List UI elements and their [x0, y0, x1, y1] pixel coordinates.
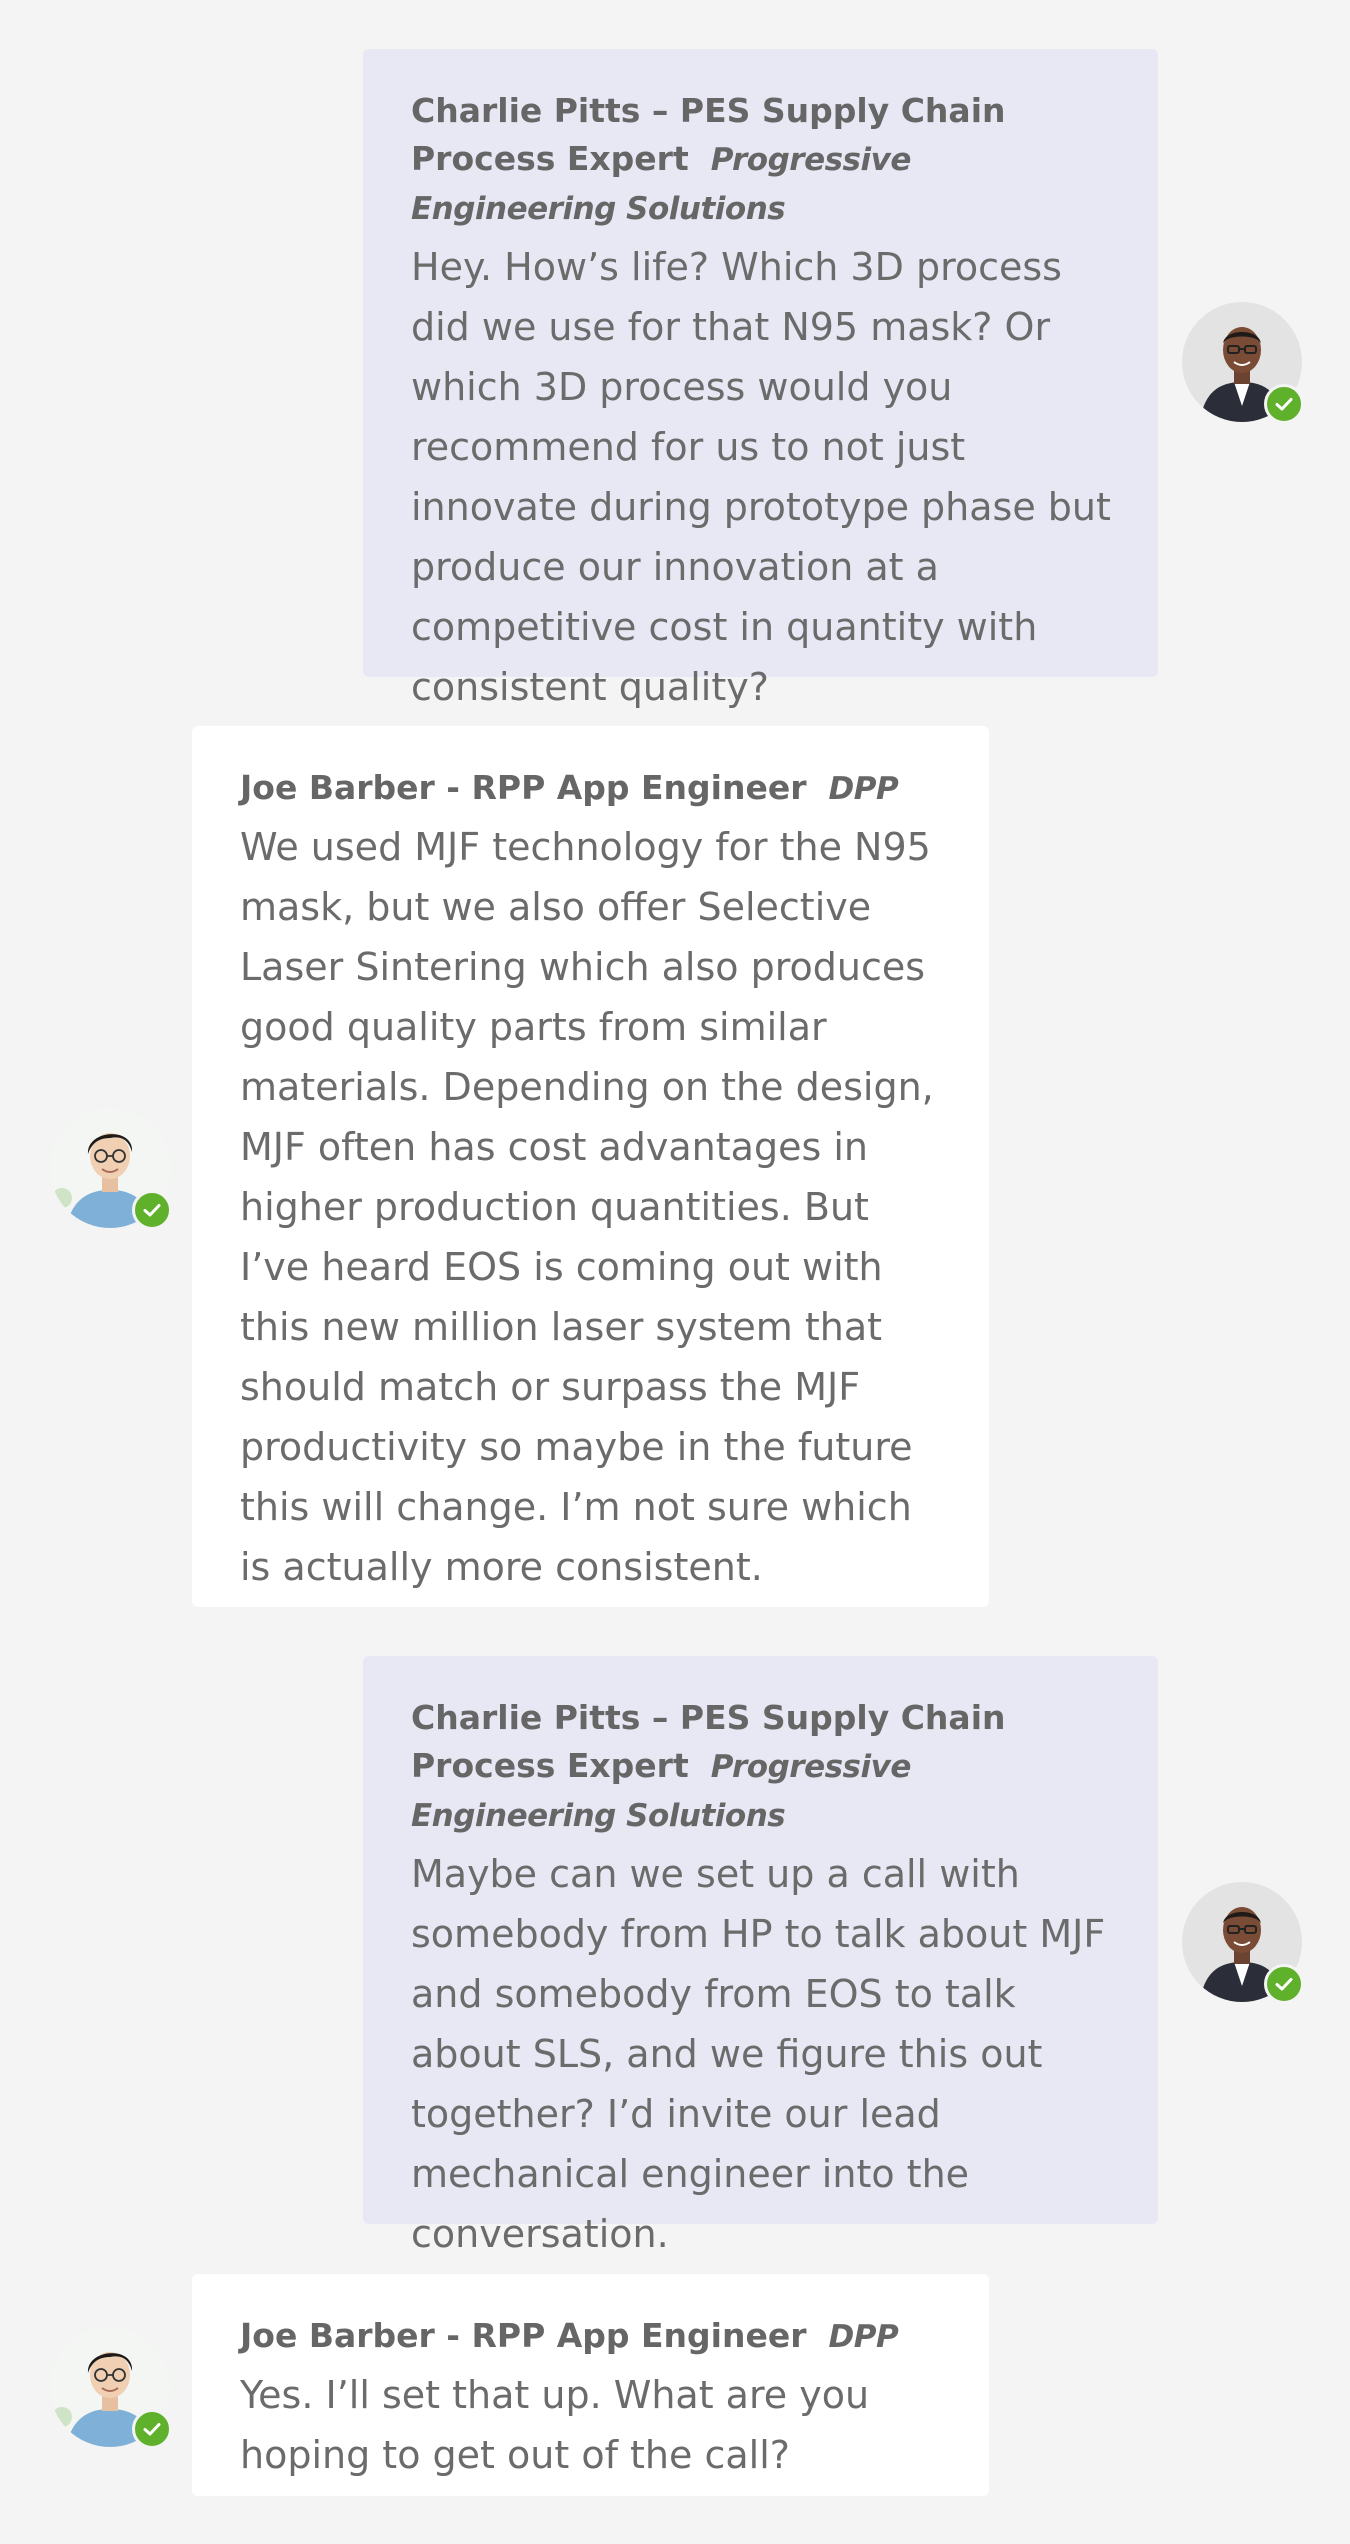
avatar-charlie[interactable] — [1182, 302, 1304, 424]
message-header: Joe Barber - RPP App Engineer DPP — [240, 764, 945, 813]
message-bubble-outgoing[interactable]: Charlie Pitts – PES Supply Chain Process… — [363, 49, 1158, 709]
message-bubble-incoming[interactable]: Joe Barber - RPP App Engineer DPP We used… — [192, 726, 989, 1607]
message-header: Charlie Pitts – PES Supply Chain Process… — [411, 87, 1114, 233]
presence-available-icon — [1264, 1964, 1304, 2004]
sender-org: DPP — [828, 771, 899, 807]
message-bubble-incoming[interactable]: Joe Barber - RPP App Engineer DPP Yes. I’… — [192, 2274, 989, 2496]
avatar-joe[interactable] — [50, 1108, 172, 1230]
message-text: We used MJF technology for the N95 mask,… — [240, 825, 934, 1589]
message-bubble-outgoing[interactable]: Charlie Pitts – PES Supply Chain Process… — [363, 1656, 1158, 2256]
sender-name: Charlie Pitts – PES Supply Chain Process… — [411, 91, 1006, 178]
sender-name: Joe Barber - RPP App Engineer — [240, 2316, 807, 2355]
presence-available-icon — [1264, 384, 1304, 424]
checkmark-icon — [1275, 1978, 1293, 1991]
sender-name: Charlie Pitts – PES Supply Chain Process… — [411, 1698, 1006, 1785]
avatar-joe[interactable] — [50, 2327, 172, 2449]
message-header: Charlie Pitts – PES Supply Chain Process… — [411, 1694, 1114, 1840]
checkmark-icon — [1275, 398, 1293, 411]
checkmark-icon — [143, 1204, 161, 1217]
message-header: Joe Barber - RPP App Engineer DPP — [240, 2312, 945, 2361]
message-text: Maybe can we set up a call with somebody… — [411, 1852, 1106, 2256]
message-text: Hey. How’s life? Which 3D process did we… — [411, 245, 1111, 709]
presence-available-icon — [132, 2409, 172, 2449]
checkmark-icon — [143, 2423, 161, 2436]
sender-name: Joe Barber - RPP App Engineer — [240, 768, 807, 807]
presence-available-icon — [132, 1190, 172, 1230]
message-text: Yes. I’ll set that up. What are you hopi… — [240, 2373, 870, 2477]
sender-org: DPP — [828, 2319, 899, 2355]
avatar-charlie[interactable] — [1182, 1882, 1304, 2004]
